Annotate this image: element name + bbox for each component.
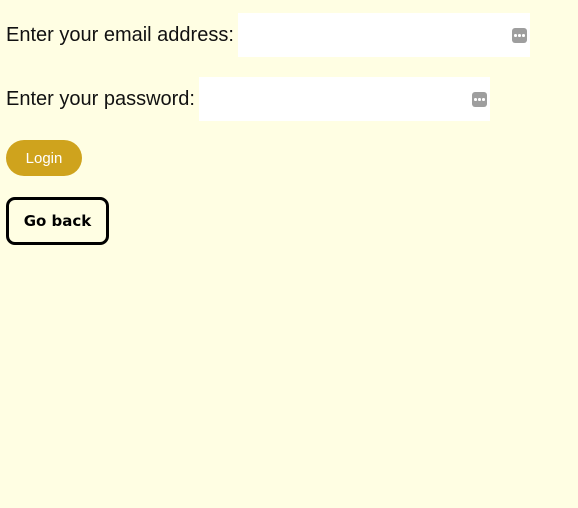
login-button[interactable]: Login [6, 140, 82, 176]
password-manager-icon[interactable] [471, 92, 487, 107]
email-input-wrapper[interactable] [237, 13, 530, 57]
password-manager-icon[interactable] [511, 28, 527, 43]
password-input-wrapper[interactable] [198, 77, 490, 121]
password-input[interactable] [198, 77, 490, 121]
go-back-button[interactable]: Go back [6, 197, 109, 245]
email-input[interactable] [237, 13, 530, 57]
email-label: Enter your email address: [6, 23, 234, 46]
password-row: Enter your password: [6, 77, 490, 121]
password-label: Enter your password: [6, 87, 195, 110]
email-row: Enter your email address: [6, 13, 530, 57]
